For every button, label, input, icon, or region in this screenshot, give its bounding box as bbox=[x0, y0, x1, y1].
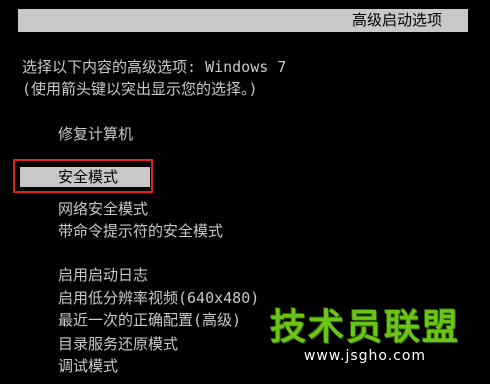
watermark-logo-text: 技术员联盟 bbox=[269, 307, 460, 348]
title-bar: 高级启动选项 bbox=[18, 9, 468, 32]
menu-item-low-resolution-video[interactable]: 启用低分辨率视频(640x480) bbox=[58, 288, 259, 308]
boot-screen: 高级启动选项 选择以下内容的高级选项: Windows 7 (使用箭头键以突出显… bbox=[0, 0, 490, 384]
menu-item-safe-mode-command-prompt[interactable]: 带命令提示符的安全模式 bbox=[58, 221, 223, 241]
annotation-highlight-box bbox=[13, 159, 153, 193]
watermark: 技术员联盟 www.jsgho.com bbox=[269, 307, 460, 365]
menu-item-enable-boot-logging[interactable]: 启用启动日志 bbox=[58, 265, 148, 285]
watermark-url: www.jsgho.com bbox=[303, 348, 427, 364]
menu-item-directory-services-restore[interactable]: 目录服务还原模式 bbox=[58, 334, 178, 354]
menu-item-last-known-good-config[interactable]: 最近一次的正确配置(高级) bbox=[58, 310, 241, 330]
menu-item-repair-computer[interactable]: 修复计算机 bbox=[58, 124, 133, 144]
prompt-line-2: (使用箭头键以突出显示您的选择。) bbox=[22, 80, 258, 98]
prompt-line-1: 选择以下内容的高级选项: Windows 7 bbox=[22, 58, 287, 76]
menu-item-safe-mode-networking[interactable]: 网络安全模式 bbox=[58, 199, 148, 219]
menu-item-debugging-mode[interactable]: 调试模式 bbox=[58, 356, 118, 376]
window-title: 高级启动选项 bbox=[351, 11, 442, 29]
